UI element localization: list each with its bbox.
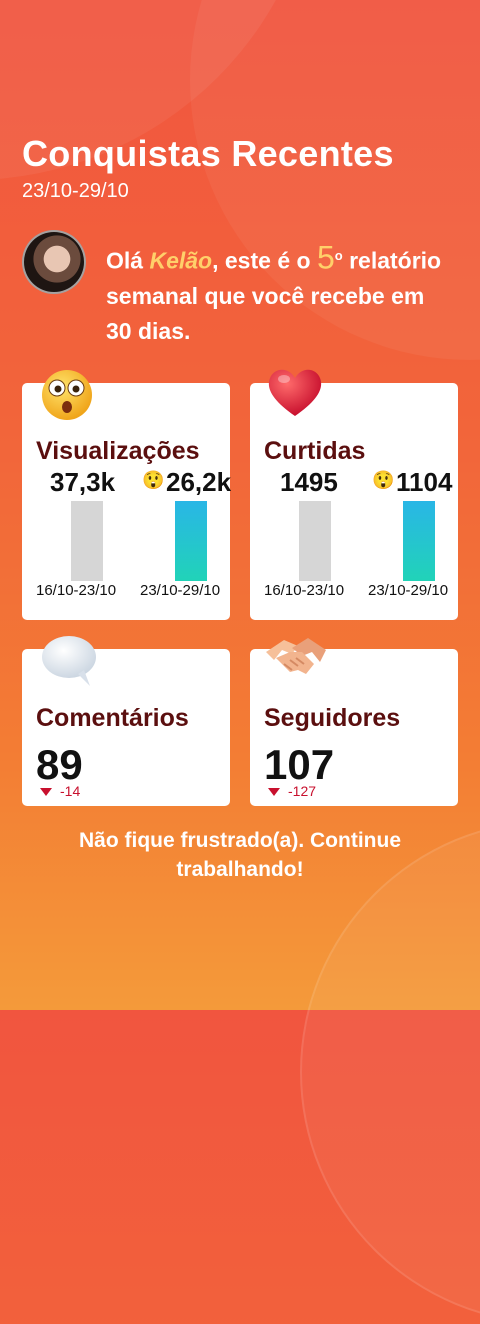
likes-current-range: 23/10-29/10 bbox=[368, 582, 449, 599]
followers-label: Seguidores bbox=[264, 704, 401, 732]
down-arrow-icon bbox=[268, 788, 280, 797]
comments-delta: -14 bbox=[40, 783, 80, 799]
likes-current-bar bbox=[403, 501, 435, 581]
likes-previous-range: 16/10-23/10 bbox=[264, 582, 345, 599]
heart-icon bbox=[268, 369, 322, 416]
likes-current-value: 1104 bbox=[396, 467, 453, 497]
comments-value: 89 bbox=[36, 741, 83, 788]
comments-label: Comentários bbox=[36, 704, 189, 732]
date-range: 23/10-29/10 bbox=[22, 180, 129, 202]
followers-delta: -127 bbox=[268, 783, 316, 799]
views-previous-value: 37,3k bbox=[50, 467, 116, 497]
greeting-prefix: Olá bbox=[106, 247, 150, 274]
greeting-text: Olá Kelão, este é o 5o relatório semanal… bbox=[106, 238, 456, 349]
surprised-face-icon: 😲 bbox=[142, 470, 165, 490]
likes-previous-bar bbox=[299, 501, 331, 581]
speech-bubble-icon bbox=[42, 636, 96, 686]
views-previous-range: 16/10-23/10 bbox=[36, 582, 117, 599]
comments-delta-value: -14 bbox=[60, 783, 81, 799]
avatar bbox=[22, 230, 86, 294]
down-arrow-icon bbox=[40, 788, 52, 797]
footer-message: Não fique frustrado(a). Continue trabalh… bbox=[79, 829, 401, 881]
views-previous-bar bbox=[71, 501, 103, 581]
page-title: Conquistas Recentes bbox=[22, 133, 394, 174]
views-label: Visualizações bbox=[36, 437, 200, 465]
likes-label: Curtidas bbox=[264, 437, 366, 465]
greeting-middle: , este é o bbox=[212, 247, 317, 274]
handshake-icon bbox=[266, 638, 326, 674]
surprised-face-icon: 😲 bbox=[372, 470, 395, 490]
ordinal-mark: o bbox=[334, 248, 343, 263]
likes-previous-value: 1495 bbox=[280, 467, 338, 497]
report-number: 5 bbox=[316, 239, 335, 276]
user-name: Kelão bbox=[149, 247, 213, 274]
followers-delta-value: -127 bbox=[288, 783, 317, 799]
views-current-value: 26,2k bbox=[166, 467, 232, 497]
followers-value: 107 bbox=[264, 741, 335, 788]
views-current-range: 23/10-29/10 bbox=[140, 582, 221, 599]
views-current-bar bbox=[175, 501, 207, 581]
surprised-face-icon bbox=[42, 370, 92, 420]
